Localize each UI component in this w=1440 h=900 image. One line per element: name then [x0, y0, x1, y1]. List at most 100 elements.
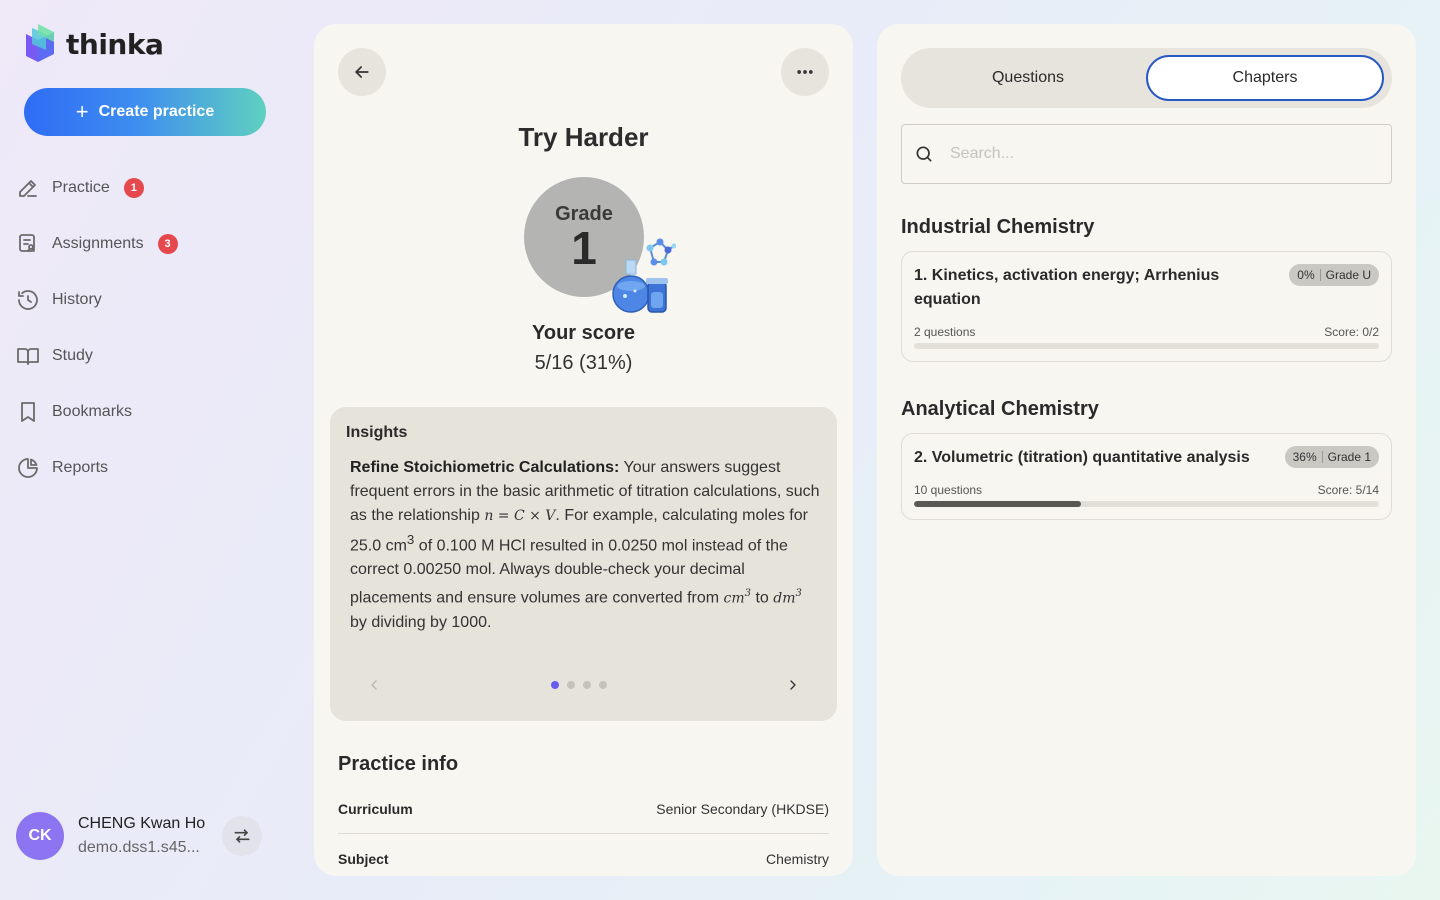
arrow-left-icon: [355, 66, 369, 78]
switch-account-button[interactable]: [222, 816, 262, 856]
info-key: Subject: [338, 851, 389, 867]
insights-card: Insights Refine Stoichiometric Calculati…: [330, 407, 837, 721]
history-icon: [18, 290, 38, 310]
sidebar-item-bookmarks[interactable]: Bookmarks: [16, 384, 276, 440]
sidebar-item-label: Bookmarks: [52, 403, 133, 420]
chapter-meta: 2 questions Score: 0/2: [914, 325, 1379, 339]
insight-heading: Refine Stoichiometric Calculations:: [350, 459, 620, 476]
user-info: CHENG Kwan Ho demo.dss1.s45...: [78, 815, 210, 857]
chapter-grade-pill: 36% Grade 1: [1284, 446, 1379, 468]
chapter-grade-pill: 0% Grade U: [1289, 264, 1379, 286]
chapter-progress-bar: [914, 343, 1379, 349]
sidebar-item-label: Reports: [52, 459, 109, 476]
carousel-dot[interactable]: [583, 681, 591, 689]
sidebar-item-label: Study: [52, 347, 93, 364]
sidebar-nav: Practice 1 Assignments 3 History Study B…: [16, 160, 276, 496]
sidebar-item-history[interactable]: History: [16, 272, 276, 328]
thinka-logo-icon: [26, 24, 54, 62]
chevron-right-icon: [790, 680, 796, 690]
carousel-next-button[interactable]: [781, 673, 805, 697]
info-row-subject: Subject Chemistry: [338, 851, 829, 867]
tab-chapters[interactable]: Chapters: [1146, 55, 1384, 101]
insight-body: of 0.100 M HCl resulted in 0.0250 mol in…: [350, 537, 788, 607]
brand-logo[interactable]: thinka: [24, 24, 164, 64]
insight-body: by dividing by 1000.: [350, 613, 492, 631]
insight-text: Refine Stoichiometric Calculations: Your…: [350, 456, 820, 635]
info-key: Curriculum: [338, 801, 413, 817]
chapter-meta: 10 questions Score: 5/14: [914, 483, 1379, 497]
user-name: CHENG Kwan Ho: [78, 815, 206, 832]
create-practice-label: Create practice: [98, 103, 215, 120]
sidebar-item-reports[interactable]: Reports: [16, 440, 276, 496]
chemistry-flask-icon: [612, 238, 676, 313]
chapter-progress-bar: [914, 501, 1379, 507]
notification-badge: 1: [123, 178, 144, 198]
sidebar-item-label: Practice: [52, 179, 110, 196]
brand-name: thinka: [66, 27, 164, 61]
section-title: Analytical Chemistry: [901, 398, 1099, 420]
pill-separator: [1319, 269, 1321, 281]
sidebar-item-study[interactable]: Study: [16, 328, 276, 384]
user-email: demo.dss1.s45...: [78, 839, 200, 856]
unit-to: dm: [773, 590, 796, 607]
book-icon: [17, 348, 39, 365]
superscript: 3: [795, 588, 802, 600]
bookmark-icon: [21, 402, 35, 422]
sidebar-item-label: History: [52, 291, 102, 308]
pie-chart-icon: [18, 458, 38, 478]
chapter-name: 1. Kinetics, activation energy; Arrheniu…: [914, 267, 1220, 308]
carousel-dot[interactable]: [567, 681, 575, 689]
carousel-prev-button[interactable]: [362, 673, 386, 697]
score-label: Your score: [532, 322, 635, 344]
score-value: 5/16 (31%): [534, 352, 633, 374]
unit-from: cm: [723, 590, 745, 607]
carousel-dots: [551, 681, 607, 689]
question-count: 2 questions: [914, 325, 976, 339]
more-horizontal-icon: [797, 70, 813, 74]
user-profile: CK CHENG Kwan Ho demo.dss1.s45...: [16, 812, 266, 860]
info-value: Chemistry: [765, 851, 829, 867]
back-button[interactable]: [338, 48, 386, 96]
chapters-panel: Questions Chapters Industrial Chemistry …: [877, 24, 1416, 876]
info-value: Senior Secondary (HKDSE): [656, 801, 829, 817]
pill-separator: [1321, 451, 1323, 463]
sidebar: thinka + Create practice Practice 1 Assi…: [0, 0, 290, 900]
tab-questions[interactable]: Questions: [909, 55, 1147, 101]
carousel-dot[interactable]: [599, 681, 607, 689]
create-practice-button[interactable]: + Create practice: [24, 88, 266, 136]
question-count: 10 questions: [914, 483, 983, 497]
assignments-icon: [19, 234, 35, 252]
pencil-icon: [19, 180, 37, 197]
notification-badge: 3: [157, 234, 178, 254]
chapter-name: 2. Volumetric (titration) quantitative a…: [914, 449, 1250, 466]
chapter-percent: 0%: [1297, 268, 1315, 282]
insights-title: Insights: [346, 424, 408, 441]
insight-body: to: [751, 589, 774, 607]
sidebar-item-assignments[interactable]: Assignments 3: [16, 216, 276, 272]
sidebar-item-label: Assignments: [52, 235, 144, 252]
view-toggle: Questions Chapters: [901, 48, 1392, 108]
plus-icon: +: [75, 99, 89, 124]
chapter-card[interactable]: 1. Kinetics, activation energy; Arrheniu…: [901, 251, 1392, 362]
search-icon: [916, 146, 932, 162]
result-title: Try Harder: [518, 122, 649, 152]
result-panel: Try Harder Grade 1 Your score 5/16 (31%)…: [314, 24, 853, 876]
info-row-curriculum: Curriculum Senior Secondary (HKDSE): [338, 801, 829, 817]
chevron-left-icon: [371, 680, 377, 690]
carousel-dot[interactable]: [551, 681, 559, 689]
more-options-button[interactable]: [781, 48, 829, 96]
search-input[interactable]: [950, 145, 1370, 163]
sidebar-item-practice[interactable]: Practice 1: [16, 160, 276, 216]
formula: n = C × V: [484, 508, 556, 524]
section-title: Industrial Chemistry: [901, 216, 1095, 238]
chapter-grade: Grade U: [1325, 268, 1371, 282]
chapter-percent: 36%: [1292, 450, 1317, 464]
chapter-score: Score: 5/14: [1317, 483, 1379, 497]
practice-info-title: Practice info: [338, 753, 459, 775]
avatar[interactable]: CK: [16, 812, 64, 860]
chapter-card[interactable]: 2. Volumetric (titration) quantitative a…: [901, 433, 1392, 520]
chapter-score: Score: 0/2: [1324, 325, 1379, 339]
chapter-grade: Grade 1: [1327, 450, 1371, 464]
progress-fill: [914, 501, 1082, 507]
swap-arrows-icon: [234, 829, 250, 843]
